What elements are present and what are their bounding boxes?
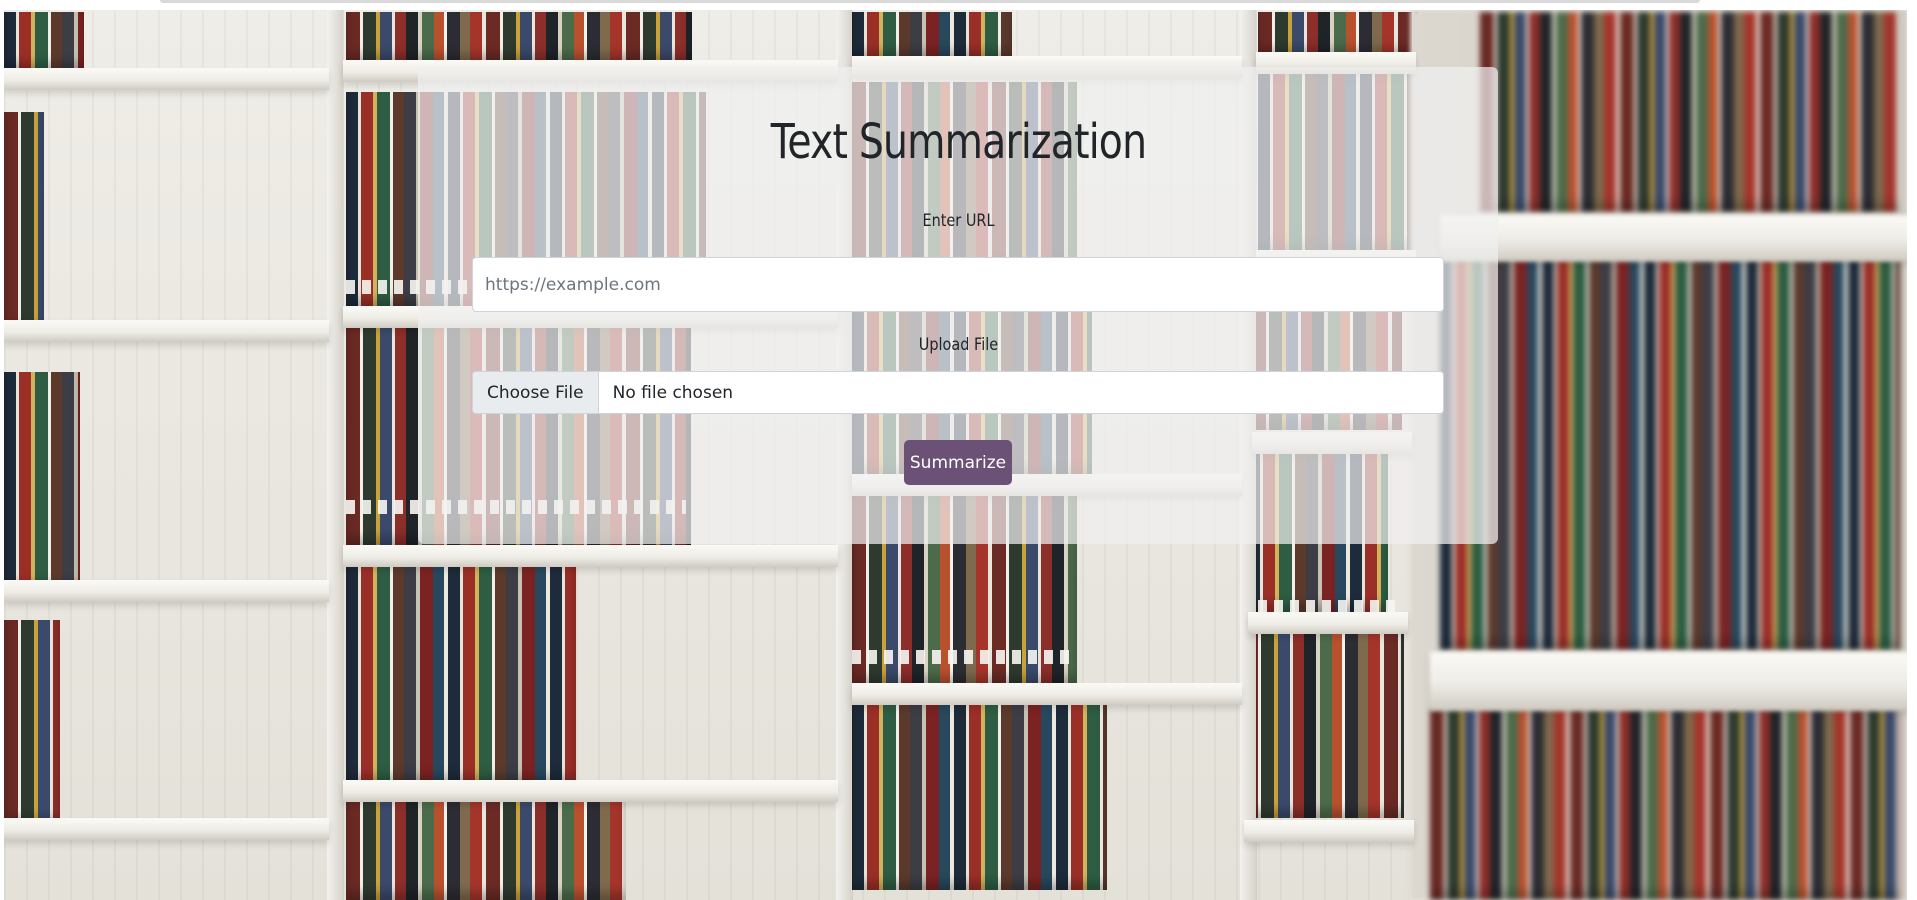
spine-labels: [1258, 600, 1398, 614]
shelf-plank: [343, 545, 838, 567]
shelf-plank: [1430, 652, 1910, 710]
book-row: [1480, 12, 1900, 212]
shelf-plank: [1248, 612, 1408, 634]
book-row: [4, 620, 60, 825]
shelf-plank: [4, 818, 329, 840]
shelf-plank: [343, 780, 838, 802]
book-row: [1440, 260, 1900, 650]
book-row: [1244, 628, 1404, 818]
url-input[interactable]: [472, 257, 1444, 312]
url-label: Enter URL: [922, 211, 995, 231]
browser-top-edge: [0, 0, 1917, 10]
shelf-plank: [4, 68, 329, 90]
book-row: [852, 12, 1012, 58]
shelf-plank: [852, 683, 1242, 705]
upload-file-label: Upload File: [918, 335, 999, 355]
summarize-button[interactable]: Summarize: [904, 440, 1012, 485]
book-row: [1430, 710, 1900, 900]
book-row: [1258, 12, 1418, 56]
tab-edge: [160, 0, 1700, 3]
window-edge: [1907, 0, 1917, 900]
shelf-plank: [1244, 820, 1414, 842]
book-row: [4, 112, 44, 332]
book-row: [852, 690, 1107, 890]
book-row: [4, 372, 80, 590]
file-upload-input[interactable]: Choose File No file chosen: [472, 371, 1444, 414]
book-row: [346, 555, 576, 783]
shelf-plank: [4, 580, 329, 602]
page-title: Text Summarization: [770, 114, 1147, 170]
window-edge: [0, 0, 4, 900]
spine-labels: [852, 650, 1072, 664]
book-row: [4, 12, 84, 70]
book-row: [346, 790, 626, 900]
choose-file-button[interactable]: Choose File: [473, 372, 599, 413]
file-status-text: No file chosen: [612, 382, 734, 403]
book-row: [346, 12, 692, 62]
